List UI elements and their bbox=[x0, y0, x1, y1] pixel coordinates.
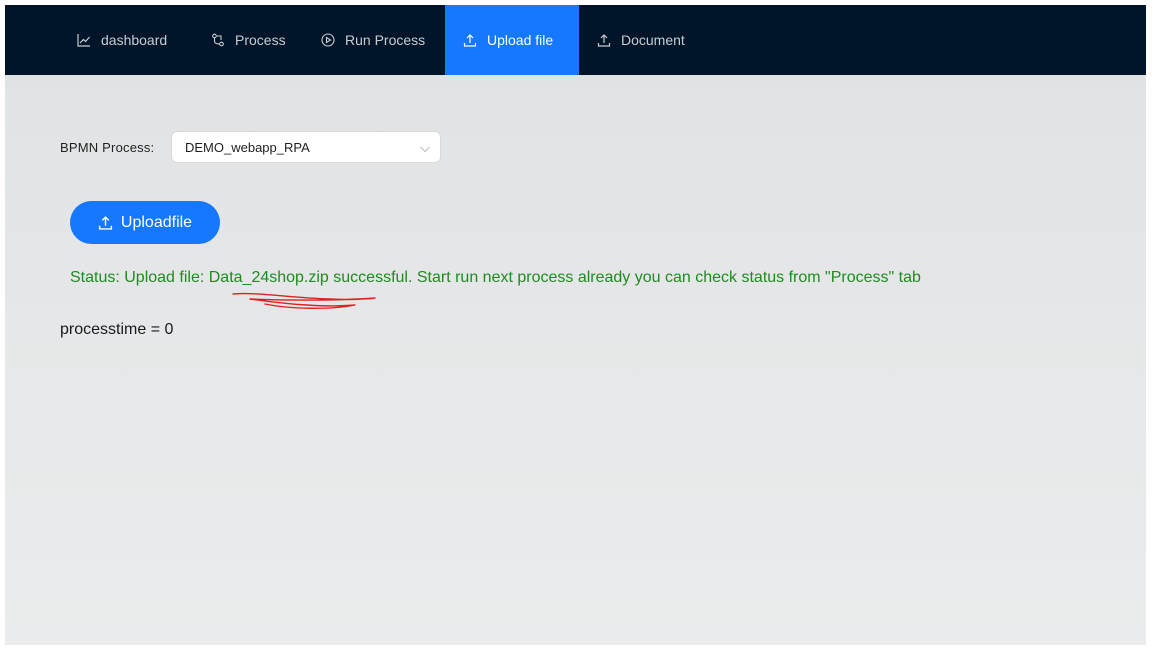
top-navigation-bar: dashboard Process Run Process Upload fil… bbox=[5, 5, 1146, 75]
branches-icon bbox=[211, 33, 225, 47]
upload-file-button[interactable]: Uploadfile bbox=[70, 201, 220, 244]
nav-item-label: Run Process bbox=[345, 32, 426, 48]
play-circle-icon bbox=[321, 33, 335, 47]
nav-item-label: Document bbox=[621, 32, 685, 48]
red-scribble-annotation bbox=[232, 292, 376, 309]
bpmn-process-label: BPMN Process: bbox=[60, 140, 155, 155]
nav-item-document[interactable]: Document bbox=[583, 5, 703, 75]
bpmn-process-select[interactable]: DEMO_webapp_RPA bbox=[171, 131, 441, 163]
upload-icon bbox=[597, 33, 611, 47]
nav-item-upload-file[interactable]: Upload file bbox=[445, 5, 579, 75]
upload-icon bbox=[463, 33, 477, 47]
nav-item-dashboard[interactable]: dashboard bbox=[63, 5, 193, 75]
app-window: dashboard Process Run Process Upload fil… bbox=[5, 5, 1146, 645]
nav-item-label: Process bbox=[235, 32, 286, 48]
nav-item-label: Upload file bbox=[487, 32, 554, 48]
upload-status-message: Status: Upload file: Data_24shop.zip suc… bbox=[70, 269, 921, 286]
nav-item-label: dashboard bbox=[101, 32, 168, 48]
line-chart-icon bbox=[77, 33, 91, 47]
chevron-down-icon bbox=[419, 142, 431, 154]
processtime-text: processtime = 0 bbox=[60, 321, 174, 338]
nav-item-run-process[interactable]: Run Process bbox=[307, 5, 443, 75]
upload-file-button-label: Uploadfile bbox=[120, 213, 193, 231]
upload-icon bbox=[98, 215, 113, 230]
nav-item-process[interactable]: Process bbox=[197, 5, 303, 75]
bpmn-process-select-value: DEMO_webapp_RPA bbox=[185, 140, 310, 155]
